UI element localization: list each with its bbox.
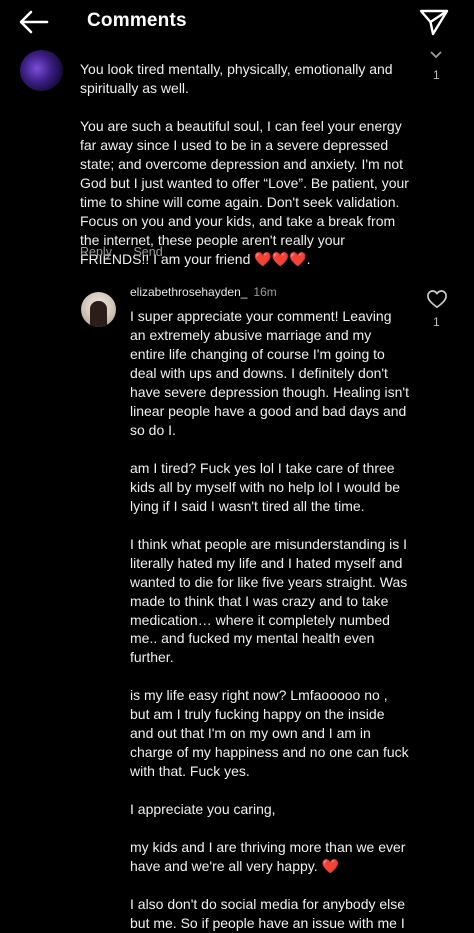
reply-text: I super appreciate your comment! Leaving… <box>130 308 409 931</box>
avatar-figure <box>90 301 107 327</box>
chevron-down-icon[interactable] <box>428 50 444 60</box>
share-button[interactable] <box>418 7 450 37</box>
commenter-avatar[interactable] <box>20 50 63 91</box>
comment-like-count: 1 <box>433 68 440 82</box>
comment-text: You look tired mentally, physically, emo… <box>80 61 409 268</box>
reply-username[interactable]: elizabethrosehayden_ <box>130 285 247 299</box>
send-button[interactable]: Send <box>133 245 162 259</box>
reply-timestamp: 16m <box>253 285 277 299</box>
reply-button[interactable]: Reply <box>80 245 112 259</box>
heart-outline-icon[interactable] <box>426 289 448 309</box>
top-bar: Comments <box>0 0 474 44</box>
reply-meta: elizabethrosehayden_ 16m <box>130 285 277 299</box>
back-button[interactable] <box>18 9 50 35</box>
page-title: Comments <box>87 10 187 31</box>
reply-avatar[interactable] <box>81 292 116 327</box>
paper-plane-icon <box>419 9 449 36</box>
reply-like-count: 1 <box>433 315 440 329</box>
arrow-left-icon <box>19 10 49 34</box>
comment-actions: Reply Send <box>80 245 181 259</box>
